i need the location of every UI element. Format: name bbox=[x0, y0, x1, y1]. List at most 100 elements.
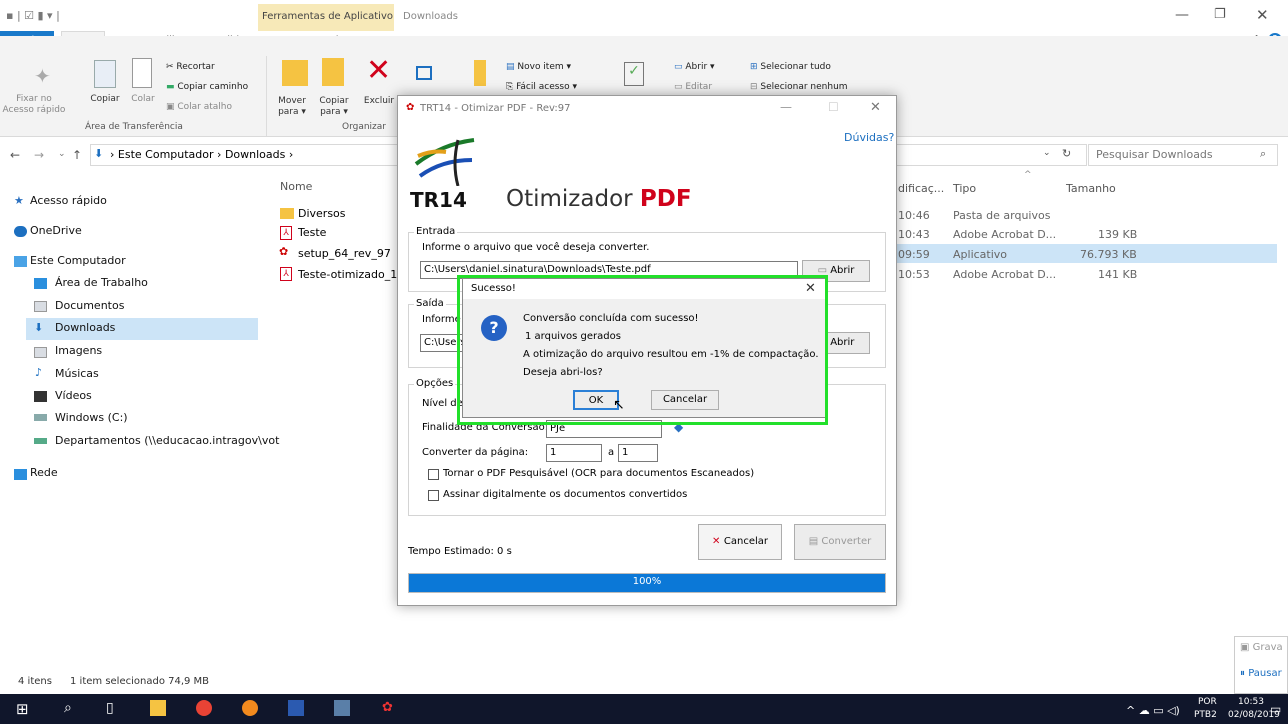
convert-pages-label: Converter da página: bbox=[422, 447, 529, 458]
word-icon[interactable] bbox=[288, 700, 304, 716]
minimize-button[interactable]: — bbox=[1175, 7, 1189, 23]
task-view-icon[interactable]: ▯ bbox=[106, 700, 114, 716]
column-modified[interactable]: dificaç... bbox=[898, 182, 944, 195]
pause-button[interactable]: ⏸ Pausar bbox=[1240, 668, 1282, 679]
pin-button[interactable]: Fixar no Acesso rápido bbox=[2, 94, 66, 116]
select-none-button[interactable]: ⊟ Selecionar nenhum bbox=[750, 82, 848, 92]
edit-button[interactable]: ▭ Editar bbox=[674, 82, 712, 92]
new-folder-icon[interactable] bbox=[474, 60, 486, 86]
maximize-button[interactable]: ❐ bbox=[1214, 7, 1226, 22]
file-explorer-icon[interactable] bbox=[150, 700, 166, 716]
copy-path-button[interactable]: ▬ Copiar caminho bbox=[166, 82, 248, 92]
file-row-name[interactable]: Diversos bbox=[298, 207, 346, 220]
notification-icon[interactable]: ▭ bbox=[1270, 702, 1281, 716]
up-icon[interactable]: ↑ bbox=[72, 148, 82, 162]
group-clipboard: Área de Transferência bbox=[85, 122, 183, 132]
move-to-icon[interactable] bbox=[282, 60, 308, 86]
delete-icon[interactable]: ✕ bbox=[366, 56, 391, 86]
lang-line-1[interactable]: POR bbox=[1198, 697, 1217, 707]
dialog-minimize-button[interactable]: — bbox=[780, 100, 792, 114]
back-icon[interactable]: ← bbox=[10, 148, 20, 162]
ribbon-separator bbox=[266, 56, 267, 136]
select-all-label: Selecionar tudo bbox=[760, 62, 831, 72]
quick-access-toolbar[interactable]: ▪ | ☑ ▮ ▾ | bbox=[6, 9, 66, 23]
delete-button[interactable]: Excluir bbox=[360, 96, 398, 107]
nav-c-drive[interactable]: Windows (C:) bbox=[55, 411, 128, 424]
optimizer-taskbar-icon[interactable]: ✿ bbox=[382, 700, 393, 715]
column-type[interactable]: Tipo bbox=[953, 182, 976, 195]
input-group-label: Entrada bbox=[414, 226, 458, 237]
column-size[interactable]: Tamanho bbox=[1066, 182, 1116, 195]
nav-network-drive[interactable]: Departamentos (\\educacao.intragov\vot bbox=[55, 434, 279, 447]
dropdown-icon[interactable]: ⌄ bbox=[1043, 148, 1051, 158]
windows-start-icon[interactable]: ⊞ bbox=[16, 700, 29, 718]
page-to-input[interactable]: 1 bbox=[618, 444, 658, 462]
highlight-box bbox=[457, 275, 828, 425]
select-all-button[interactable]: ⊞ Selecionar tudo bbox=[750, 62, 831, 72]
open-button[interactable]: ▭ Abrir ▾ bbox=[674, 62, 715, 72]
nav-downloads[interactable]: Downloads bbox=[55, 321, 115, 334]
firefox-icon[interactable] bbox=[242, 700, 258, 716]
search-icon[interactable]: ⌕ bbox=[1260, 147, 1266, 161]
nav-desktop[interactable]: Área de Trabalho bbox=[55, 276, 148, 289]
breadcrumb[interactable]: › Este Computador › Downloads › bbox=[110, 148, 293, 161]
recent-chevron-icon[interactable]: ⌄ bbox=[58, 149, 66, 159]
app-icon: ✿ bbox=[406, 102, 415, 113]
copy-to-icon[interactable] bbox=[322, 58, 344, 86]
file-row-name[interactable]: setup_64_rev_97 bbox=[298, 247, 391, 260]
nav-onedrive[interactable]: OneDrive bbox=[30, 224, 82, 237]
cut-button[interactable]: ✂ Recortar bbox=[166, 62, 215, 72]
nav-videos[interactable]: Vídeos bbox=[55, 389, 92, 402]
breadcrumb-downloads[interactable]: Downloads bbox=[225, 148, 285, 161]
cancel-button[interactable]: ✕ Cancelar bbox=[698, 524, 782, 560]
copy-button[interactable]: Copiar bbox=[88, 94, 122, 105]
help-link[interactable]: Dúvidas? bbox=[844, 131, 894, 144]
file-row-time: 10:43 bbox=[898, 228, 930, 241]
nav-documents[interactable]: Documentos bbox=[55, 299, 124, 312]
search-input[interactable]: Pesquisar Downloads bbox=[1096, 148, 1213, 161]
chrome-icon[interactable] bbox=[196, 700, 212, 716]
forward-icon[interactable]: → bbox=[34, 148, 44, 162]
sign-checkbox[interactable] bbox=[428, 490, 439, 501]
move-to-button[interactable]: Mover para ▾ bbox=[272, 96, 312, 118]
scissors-icon: ✂ bbox=[166, 62, 177, 72]
paste-shortcut-button[interactable]: ▣ Colar atalho bbox=[166, 102, 232, 112]
clock-time[interactable]: 10:53 bbox=[1238, 697, 1264, 707]
file-row-size: 139 KB bbox=[1098, 228, 1138, 241]
refresh-icon[interactable]: ↻ bbox=[1062, 147, 1071, 160]
cloud-icon bbox=[14, 226, 27, 237]
input-hint: Informe o arquivo que você deseja conver… bbox=[422, 242, 650, 253]
page-from-input[interactable]: 1 bbox=[546, 444, 602, 462]
nav-this-pc[interactable]: Este Computador bbox=[30, 254, 126, 267]
convert-button[interactable]: ▤ Converter bbox=[794, 524, 886, 560]
copy-icon[interactable] bbox=[94, 60, 116, 88]
pin-icon[interactable]: ✦ bbox=[34, 64, 51, 88]
file-row-name[interactable]: Teste bbox=[298, 226, 326, 239]
paste-icon[interactable] bbox=[132, 58, 152, 88]
ocr-checkbox[interactable] bbox=[428, 469, 439, 480]
address-bar-end[interactable] bbox=[897, 144, 1087, 166]
nav-quick-access[interactable]: Acesso rápido bbox=[30, 194, 107, 207]
properties-icon[interactable]: ✓ bbox=[624, 62, 644, 86]
file-row-name[interactable]: Teste-otimizado_1 bbox=[298, 268, 397, 281]
record-button[interactable]: ▣ Grava bbox=[1240, 642, 1283, 653]
dialog-close-button[interactable]: ✕ bbox=[870, 100, 881, 115]
app-icon-taskbar[interactable] bbox=[334, 700, 350, 716]
dialog-maximize-button[interactable]: ☐ bbox=[828, 100, 839, 114]
rename-icon[interactable] bbox=[416, 66, 432, 80]
nav-music[interactable]: Músicas bbox=[55, 367, 99, 380]
easy-access-button[interactable]: ⎘ Fácil acesso ▾ bbox=[506, 82, 577, 92]
column-name[interactable]: Nome bbox=[280, 180, 312, 193]
close-button[interactable]: ✕ bbox=[1256, 6, 1269, 24]
new-item-button[interactable]: ▤ Novo item ▾ bbox=[506, 62, 571, 72]
nav-images[interactable]: Imagens bbox=[55, 344, 102, 357]
copy-to-button[interactable]: Copiar para ▾ bbox=[313, 96, 355, 118]
file-row-type: Adobe Acrobat D... bbox=[953, 268, 1057, 281]
lang-line-2[interactable]: PTB2 bbox=[1194, 710, 1217, 720]
paste-button[interactable]: Colar bbox=[128, 94, 158, 105]
tray-icons[interactable]: ^ ☁ ▭ ◁) bbox=[1126, 704, 1180, 717]
breadcrumb-pc[interactable]: Este Computador bbox=[118, 148, 214, 161]
open-icon: ▭ bbox=[674, 62, 686, 72]
nav-network[interactable]: Rede bbox=[30, 466, 58, 479]
search-taskbar-icon[interactable]: ⌕ bbox=[64, 700, 72, 716]
